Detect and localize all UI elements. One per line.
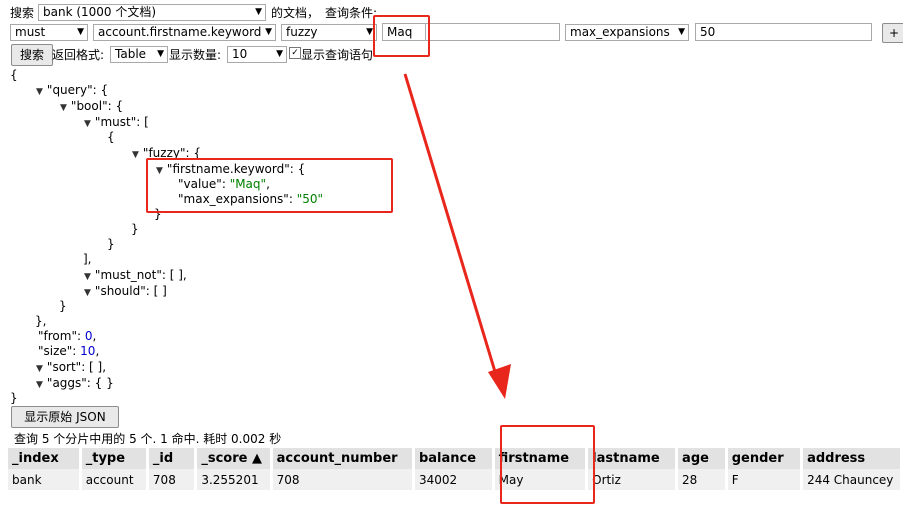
annotation-arrow bbox=[403, 73, 511, 399]
annotation-arrow-line bbox=[403, 73, 498, 376]
annotation-arrow-head bbox=[488, 364, 511, 399]
